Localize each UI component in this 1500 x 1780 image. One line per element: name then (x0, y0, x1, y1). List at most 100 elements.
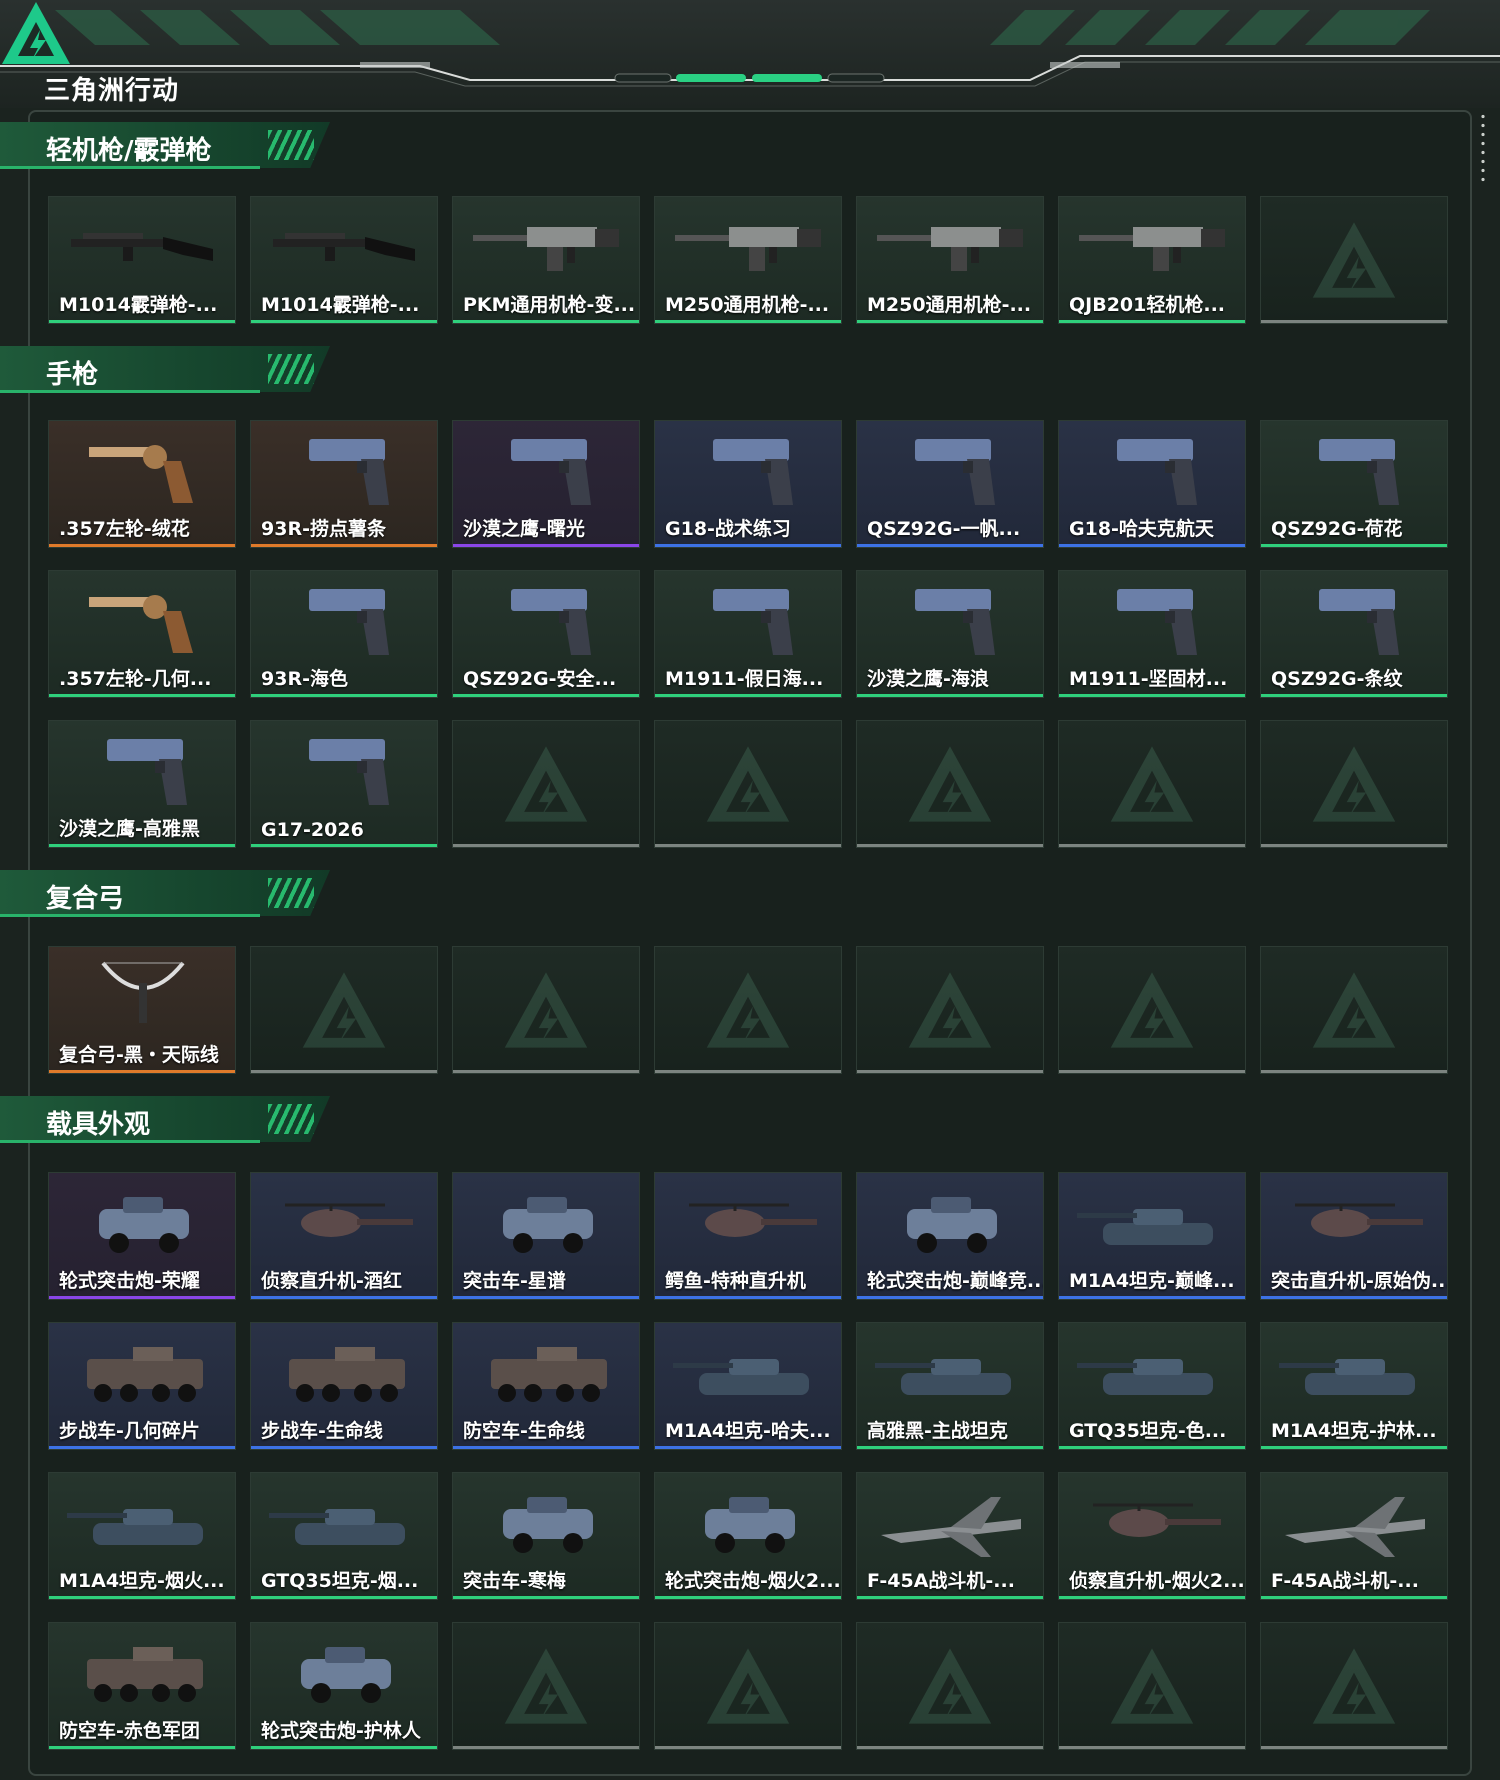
skin-card[interactable]: M1A4坦克-哈夫... (654, 1322, 842, 1450)
rarity-bar (857, 320, 1043, 323)
rarity-bar (655, 1296, 841, 1299)
skin-card[interactable]: M1911-坚固材... (1058, 570, 1246, 698)
skin-name: F-45A战斗机-... (867, 1570, 1015, 1592)
delta-watermark-icon (908, 972, 992, 1048)
empty-slot (856, 1622, 1044, 1750)
ifv-icon (467, 1329, 627, 1413)
skin-name: QJB201轻机枪... (1069, 294, 1226, 316)
pistol-icon (265, 577, 425, 661)
skin-card[interactable]: G18-战术练习 (654, 420, 842, 548)
rarity-bar (251, 320, 437, 323)
skin-card[interactable]: 轮式突击炮-巅峰竞... (856, 1172, 1044, 1300)
delta-watermark-icon (706, 1648, 790, 1724)
rarity-bar (49, 1446, 235, 1449)
section-title: 复合弓 (46, 884, 125, 914)
skin-card[interactable]: F-45A战斗机-... (1260, 1472, 1448, 1600)
skin-card[interactable]: 防空车-赤色军团 (48, 1622, 236, 1750)
skin-card[interactable]: G18-哈夫克航天 (1058, 420, 1246, 548)
rarity-bar (1261, 320, 1447, 323)
rarity-bar (857, 544, 1043, 547)
skin-name: 沙漠之鹰-海浪 (867, 668, 989, 690)
car-icon (265, 1629, 425, 1713)
skin-card[interactable]: .357左轮-几何... (48, 570, 236, 698)
empty-slot (452, 1622, 640, 1750)
delta-logo-icon (2, 2, 70, 64)
skin-name: G18-哈夫克航天 (1069, 518, 1214, 540)
skin-card[interactable]: GTQ35坦克-色... (1058, 1322, 1246, 1450)
skin-card[interactable]: .357左轮-绒花 (48, 420, 236, 548)
header-decoration (0, 10, 1500, 87)
skin-card[interactable]: M250通用机枪-... (654, 196, 842, 324)
skin-card[interactable]: 93R-海色 (250, 570, 438, 698)
skin-name: M1A4坦克-巅峰... (1069, 1270, 1235, 1292)
skin-card[interactable]: 防空车-生命线 (452, 1322, 640, 1450)
skin-card[interactable]: 高雅黑-主战坦克 (856, 1322, 1044, 1450)
skin-card[interactable]: M1014霰弹枪-... (48, 196, 236, 324)
skin-card[interactable]: 鳄鱼-特种直升机 (654, 1172, 842, 1300)
skin-card[interactable]: M1A4坦克-护林... (1260, 1322, 1448, 1450)
skin-card[interactable]: M1014霰弹枪-... (250, 196, 438, 324)
rarity-bar (251, 1296, 437, 1299)
skin-name: 防空车-生命线 (463, 1420, 585, 1442)
skin-card[interactable]: M1A4坦克-烟火... (48, 1472, 236, 1600)
revolver-icon (63, 577, 223, 661)
skin-card[interactable]: PKM通用机枪-变... (452, 196, 640, 324)
pistol-icon (1073, 577, 1233, 661)
skin-card[interactable]: 93R-捞点薯条 (250, 420, 438, 548)
skin-card[interactable]: 突击车-星谱 (452, 1172, 640, 1300)
rarity-bar (453, 1296, 639, 1299)
car-icon (467, 1179, 627, 1263)
skin-name: QSZ92G-条纹 (1271, 668, 1403, 690)
skin-card[interactable]: 突击车-寒梅 (452, 1472, 640, 1600)
skin-card[interactable]: F-45A战斗机-... (856, 1472, 1044, 1600)
skin-name: 轮式突击炮-烟火2... (665, 1570, 841, 1592)
empty-slot (856, 720, 1044, 848)
rarity-bar (453, 320, 639, 323)
skin-card[interactable]: 侦察直升机-酒红 (250, 1172, 438, 1300)
section-header-stripes (268, 130, 314, 160)
skin-card[interactable]: 沙漠之鹰-海浪 (856, 570, 1044, 698)
skin-card[interactable]: M250通用机枪-... (856, 196, 1044, 324)
skin-card[interactable]: 沙漠之鹰-高雅黑 (48, 720, 236, 848)
section-header: 载具外观 (0, 1096, 330, 1146)
skin-card[interactable]: 步战车-几何碎片 (48, 1322, 236, 1450)
skin-card[interactable]: M1911-假日海... (654, 570, 842, 698)
skin-card[interactable]: GTQ35坦克-烟... (250, 1472, 438, 1600)
pistol-icon (669, 577, 829, 661)
rarity-bar (453, 1746, 639, 1749)
tank-icon (871, 1329, 1031, 1413)
skin-card[interactable]: 轮式突击炮-烟火2... (654, 1472, 842, 1600)
skin-card[interactable]: QSZ92G-条纹 (1260, 570, 1448, 698)
skin-card[interactable]: 轮式突击炮-荣耀 (48, 1172, 236, 1300)
skin-card[interactable]: QSZ92G-安全... (452, 570, 640, 698)
heli-icon (1073, 1479, 1233, 1563)
skin-card[interactable]: 侦察直升机-烟火2... (1058, 1472, 1246, 1600)
section-header-stripes (268, 354, 314, 384)
delta-watermark-icon (1312, 746, 1396, 822)
skin-name: M1A4坦克-哈夫... (665, 1420, 831, 1442)
tank-icon (1073, 1329, 1233, 1413)
skin-card[interactable]: 复合弓-黑・天际线 (48, 946, 236, 1074)
heli-icon (1275, 1179, 1435, 1263)
section-header-underline (0, 914, 260, 917)
skin-card[interactable]: 沙漠之鹰-曙光 (452, 420, 640, 548)
skin-card[interactable]: QJB201轻机枪... (1058, 196, 1246, 324)
rarity-bar (453, 1070, 639, 1073)
scrollbar[interactable] (1480, 112, 1486, 182)
skin-card[interactable]: M1A4坦克-巅峰... (1058, 1172, 1246, 1300)
skin-name: G17-2026 (261, 819, 364, 841)
skin-card[interactable]: QSZ92G-一帆... (856, 420, 1044, 548)
rarity-bar (1059, 1596, 1245, 1599)
pistol-icon (1275, 577, 1435, 661)
rarity-bar (453, 1596, 639, 1599)
skin-name: 93R-海色 (261, 668, 348, 690)
skin-card[interactable]: G17-2026 (250, 720, 438, 848)
skin-card[interactable]: 轮式突击炮-护林人 (250, 1622, 438, 1750)
skin-name: 鳄鱼-特种直升机 (665, 1270, 806, 1292)
car-icon (63, 1179, 223, 1263)
skin-card[interactable]: QSZ92G-荷花 (1260, 420, 1448, 548)
rarity-bar (49, 320, 235, 323)
skin-card[interactable]: 步战车-生命线 (250, 1322, 438, 1450)
skin-card[interactable]: 突击直升机-原始伪... (1260, 1172, 1448, 1300)
delta-watermark-icon (504, 746, 588, 822)
